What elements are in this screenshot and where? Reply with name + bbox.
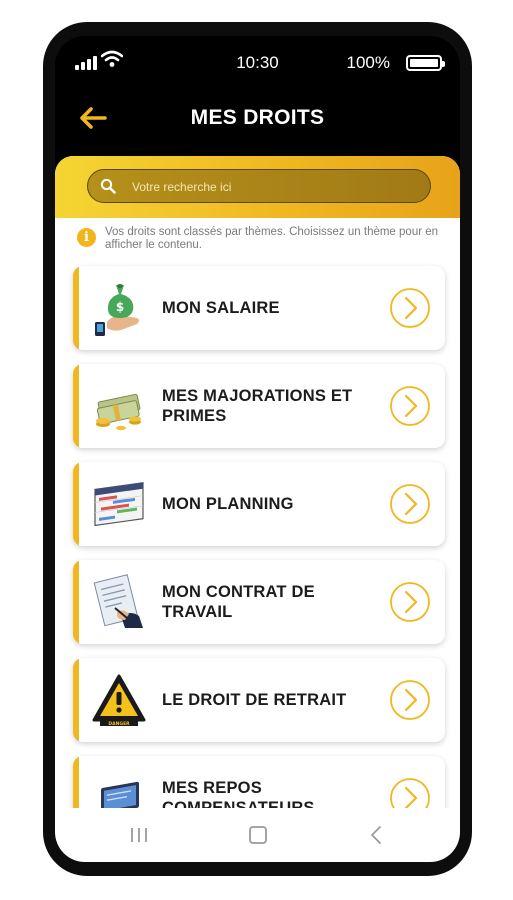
theme-label: MES MAJORATIONS ET PRIMES	[162, 387, 353, 425]
theme-card-repos[interactable]: MES REPOS COMPENSATEURS	[73, 756, 445, 808]
app-header: MES DROITS	[55, 90, 460, 150]
chevron-right-icon[interactable]	[389, 679, 431, 721]
cash-coins-icon	[96, 393, 141, 431]
battery-percent: 100%	[346, 53, 390, 72]
app-screen: 10:30 100% MES DROITS i Vos droits sont …	[55, 36, 460, 862]
money-bag-hand-icon: $	[95, 284, 139, 336]
status-bar: 10:30 100%	[55, 36, 460, 90]
chevron-right-icon[interactable]	[389, 777, 431, 808]
danger-warning-icon: DANGER	[92, 674, 146, 727]
theme-card-retrait[interactable]: DANGER LE DROIT DE RETRAIT	[73, 658, 445, 742]
page-title: MES DROITS	[190, 106, 325, 129]
chevron-right-icon[interactable]	[389, 581, 431, 623]
search-band	[55, 156, 460, 218]
home-icon[interactable]	[246, 824, 270, 846]
search-bar[interactable]	[87, 169, 431, 203]
theme-card-planning[interactable]: MON PLANNING	[73, 462, 445, 546]
search-input[interactable]	[130, 170, 424, 203]
back-icon[interactable]	[365, 824, 389, 846]
chevron-right-icon[interactable]	[389, 287, 431, 329]
contract-signing-icon	[93, 574, 143, 628]
theme-label: LE DROIT DE RETRAIT	[162, 691, 347, 709]
theme-card-contrat[interactable]: MON CONTRAT DE TRAVAIL	[73, 560, 445, 644]
theme-label: MES REPOS COMPENSATEURS	[162, 779, 315, 808]
status-time: 10:30	[236, 53, 279, 72]
theme-label: MON CONTRAT DE TRAVAIL	[162, 583, 315, 621]
recent-apps-icon[interactable]	[127, 824, 151, 846]
svg-text:DANGER: DANGER	[108, 721, 130, 727]
info-text: Vos droits sont classés par thèmes. Choi…	[105, 226, 439, 251]
chevron-right-icon[interactable]	[389, 385, 431, 427]
theme-card-salaire[interactable]: $ MON SALAIRE	[73, 266, 445, 350]
schedule-chart-icon	[94, 482, 144, 527]
chevron-right-icon[interactable]	[389, 483, 431, 525]
search-icon	[100, 178, 116, 194]
info-icon: i	[77, 228, 96, 247]
laptop-icon	[101, 781, 139, 808]
theme-label: MON PLANNING	[162, 495, 294, 513]
battery-icon	[406, 55, 445, 71]
svg-text:$: $	[116, 300, 124, 314]
theme-label: MON SALAIRE	[162, 299, 280, 317]
android-nav-bar	[55, 808, 460, 862]
main-content: i Vos droits sont classés par thèmes. Ch…	[55, 156, 460, 808]
theme-card-majorations[interactable]: MES MAJORATIONS ET PRIMES	[73, 364, 445, 448]
